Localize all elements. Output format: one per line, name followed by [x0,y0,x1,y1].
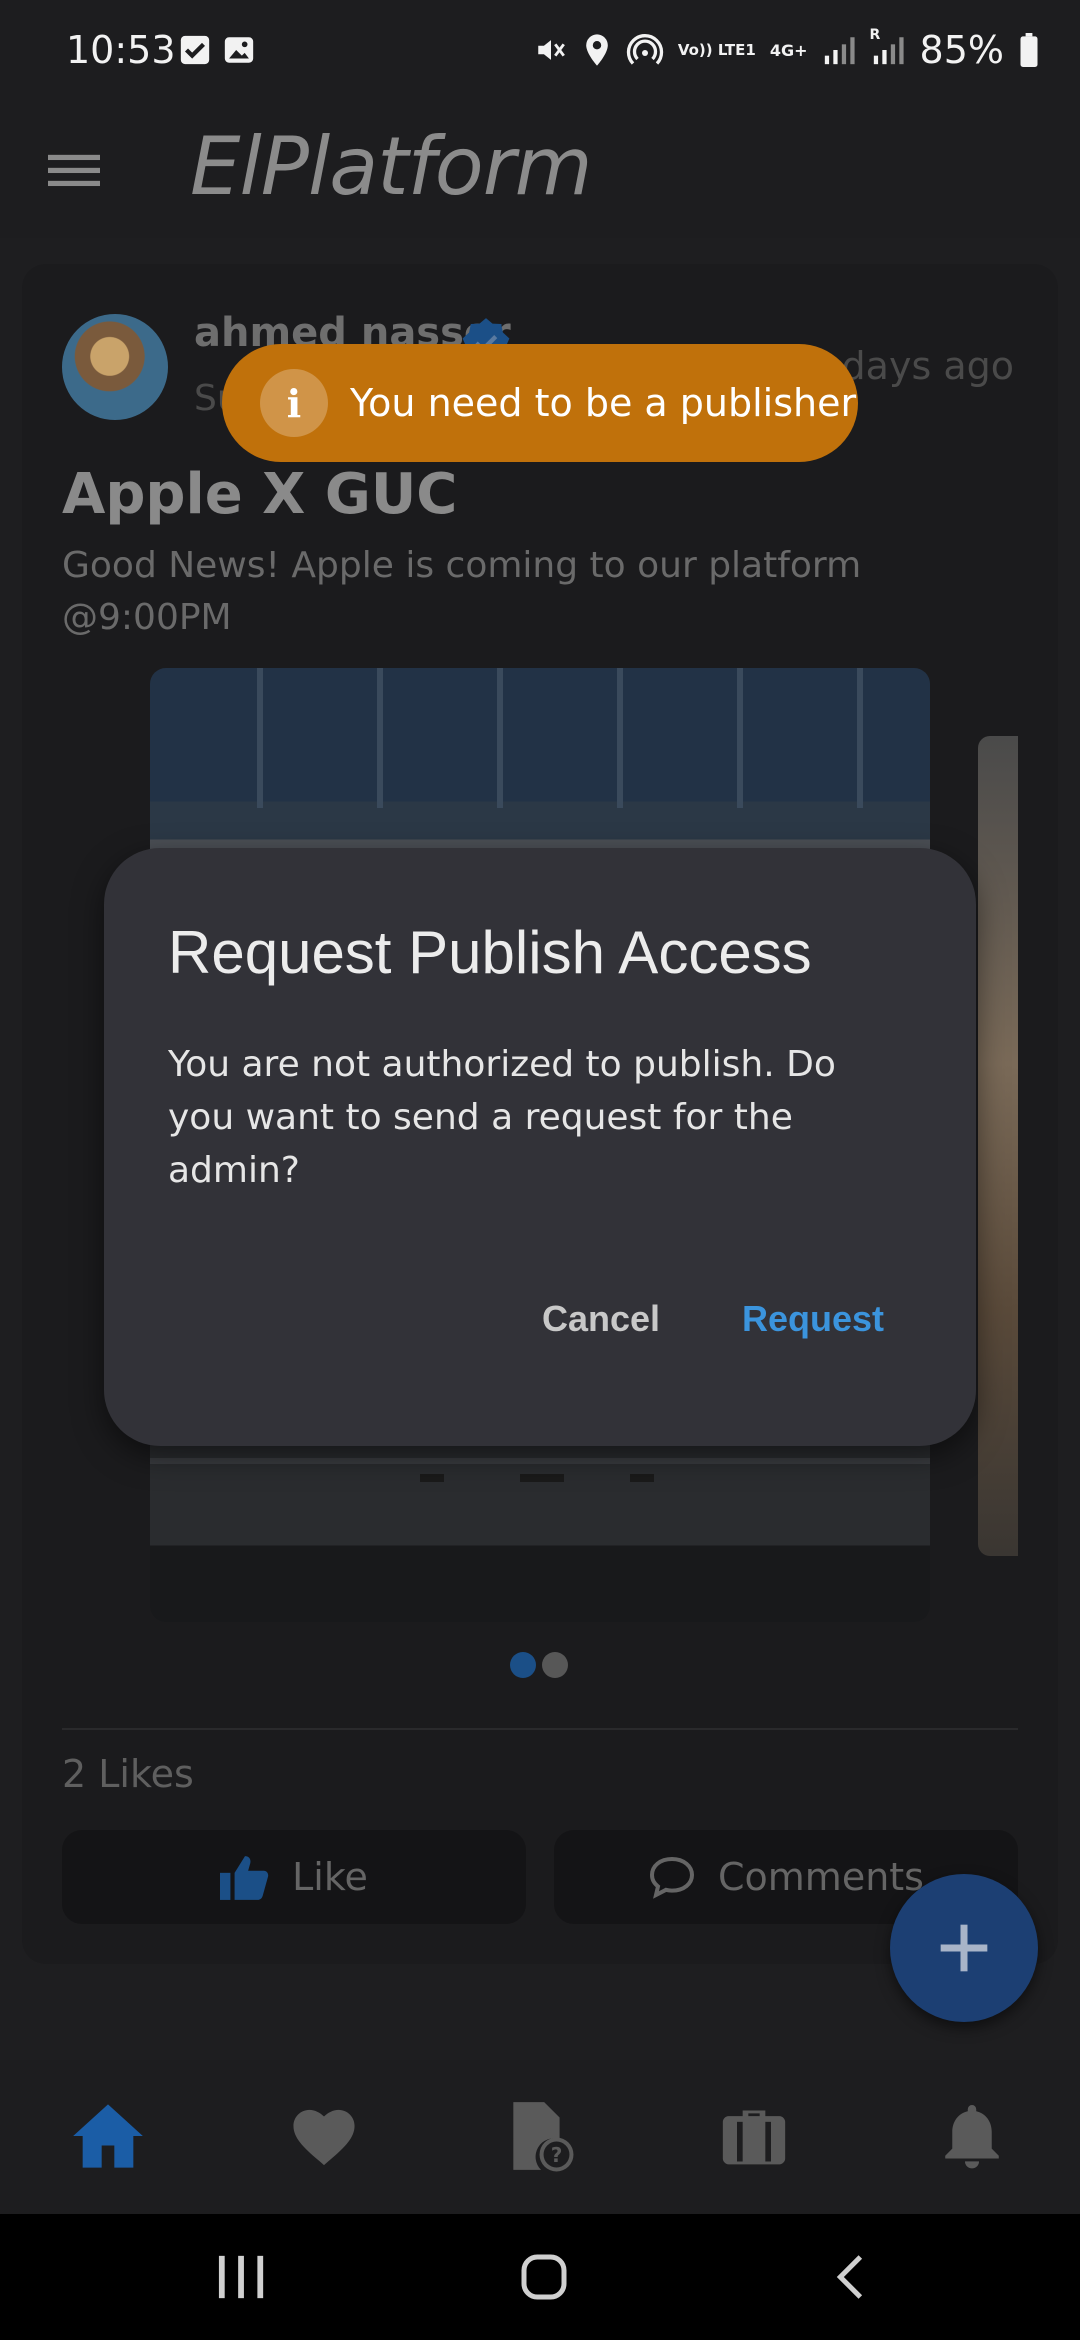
cancel-button[interactable]: Cancel [542,1298,660,1340]
request-access-dialog: Request Publish Access You are not autho… [104,848,976,1446]
favorites-icon [293,2109,355,2166]
comments-label: Comments [718,1855,924,1899]
image-notification-icon [224,37,254,63]
signal-icon [824,37,855,65]
bottom-nav: ? [0,2060,1080,2214]
battery-percent: 85% [919,28,1004,72]
nav-favorites[interactable] [284,2096,364,2176]
toast-message: You need to be a publisher [350,381,857,425]
app-title: ElPlatform [190,120,593,213]
battery-icon [1020,33,1038,67]
post-body: Good News! Apple is coming to our platfo… [62,545,862,638]
dialog-body: You are not authorized to publish. Do yo… [168,1044,836,1191]
dialog-title: Request Publish Access [168,919,812,986]
menu-icon[interactable] [48,140,100,200]
home-icon [73,2104,143,2168]
likes-count: 2 Likes [62,1752,194,1796]
avatar[interactable] [62,314,168,420]
post-title: Apple X GUC [62,462,458,527]
file-question-icon: ? [513,2102,574,2172]
nav-home[interactable] [68,2096,148,2176]
image-pager [510,1652,568,1678]
like-label: Like [292,1855,368,1899]
like-button[interactable]: Like [62,1830,526,1924]
pager-dot [542,1652,568,1678]
divider [62,1728,1018,1730]
publisher-toast: i You need to be a publisher [222,344,858,462]
request-button[interactable]: Request [742,1298,884,1340]
location-icon [586,34,608,66]
pager-dot-active [510,1652,536,1678]
comment-icon [649,1856,695,1899]
add-post-fab[interactable] [890,1874,1038,2022]
briefcase-icon [722,2110,786,2165]
back-icon[interactable] [822,2252,882,2302]
hotspot-icon [626,34,663,65]
4g-icon: 4G+ [769,40,808,60]
nav-jobs[interactable] [714,2096,794,2176]
info-icon: i [260,369,328,437]
nav-notifications[interactable] [932,2096,1012,2176]
thumbs-up-icon [220,1856,269,1900]
checkbox-notification-icon [180,35,210,65]
status-time: 10:53 [66,28,176,72]
app-bar: ElPlatform [0,110,1080,238]
signal-roaming-icon: R [870,27,906,67]
notifications-icon [945,2105,999,2169]
status-icons: Vo)) LTE1 4G+ R 85% [534,27,1040,72]
home-button-icon[interactable] [514,2252,574,2302]
system-nav-bar [0,2214,1080,2340]
nav-requests[interactable]: ? [498,2096,578,2176]
mute-icon [538,40,565,60]
post-image-next[interactable] [978,736,1018,1556]
svg-text:?: ? [551,2143,563,2167]
recents-icon[interactable] [212,2252,272,2302]
volte-icon: Vo)) LTE1 [677,41,756,59]
plus-icon [940,1924,988,1972]
status-bar: 10:53 Vo)) LTE1 4G+ R 85% [0,0,1080,110]
